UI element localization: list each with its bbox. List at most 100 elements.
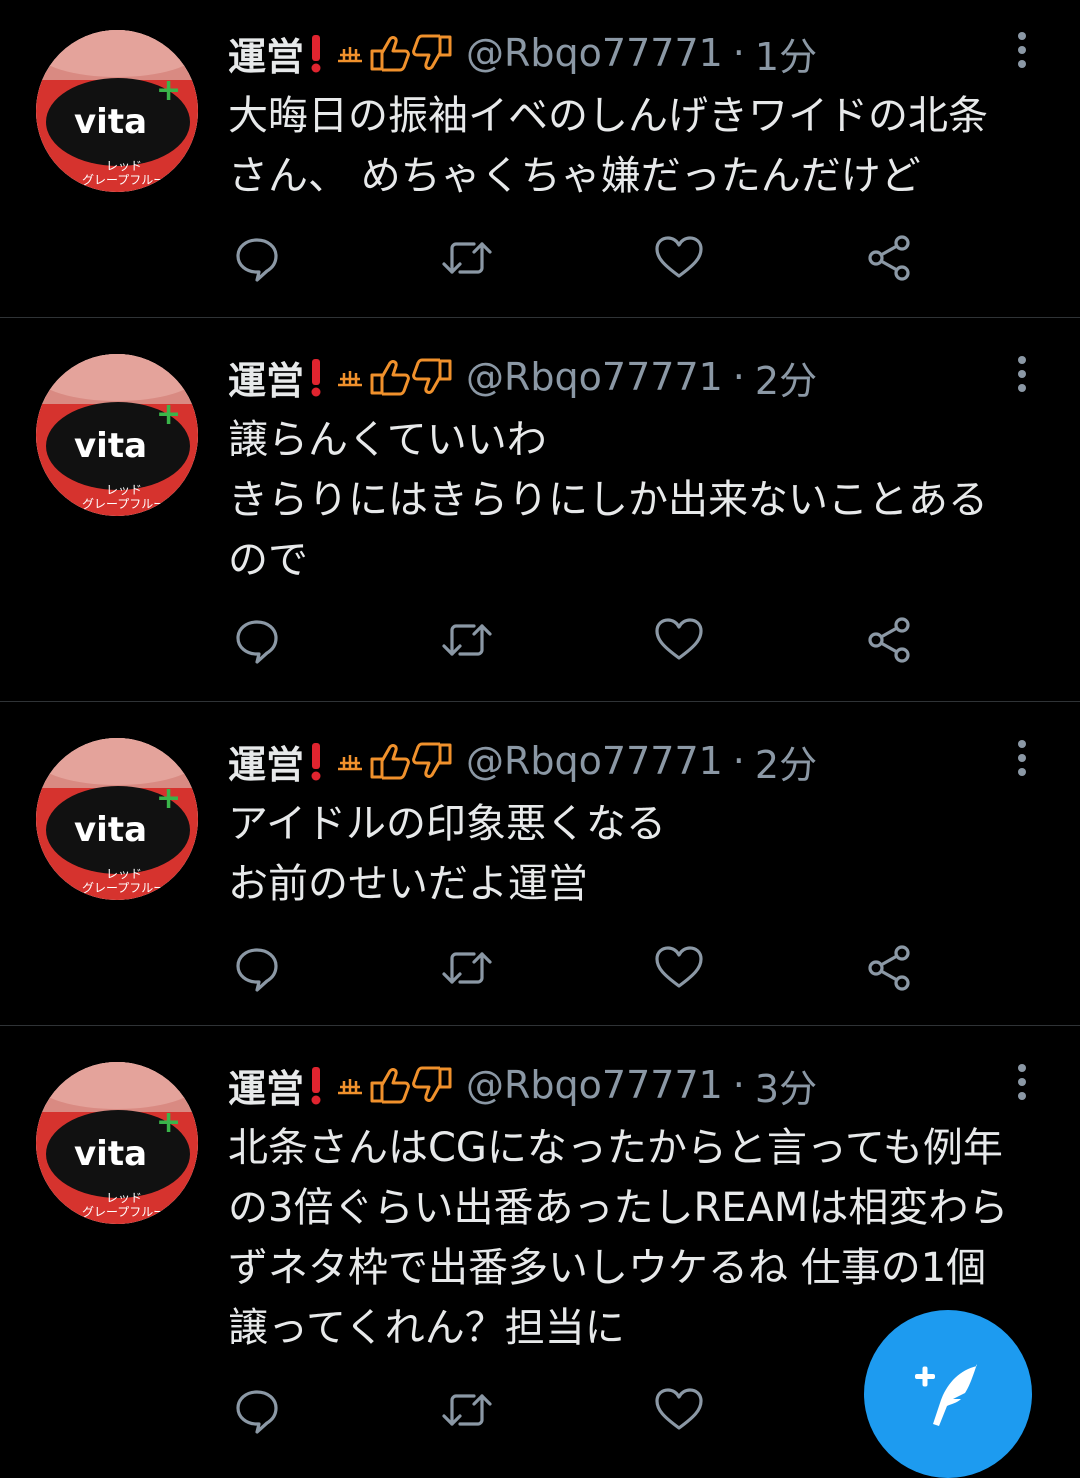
name-emoji-icons bbox=[311, 742, 452, 781]
timestamp[interactable]: 2分 bbox=[755, 734, 817, 789]
timestamp[interactable]: 1分 bbox=[755, 26, 817, 81]
like-button[interactable] bbox=[652, 616, 706, 664]
like-button[interactable] bbox=[652, 234, 706, 282]
tweet-actions bbox=[228, 616, 928, 664]
tweet-text: アイドルの印象悪くなる お前のせいだよ運営 bbox=[228, 794, 1058, 914]
retweet-icon bbox=[442, 624, 492, 656]
tweet-actions bbox=[228, 234, 928, 282]
cityscape-icon bbox=[338, 1079, 363, 1095]
more-vertical-icon[interactable] bbox=[1010, 738, 1034, 778]
avatar-label-2: グレープフルーツ bbox=[82, 881, 177, 895]
name-emoji-group bbox=[306, 355, 456, 399]
user-handle[interactable]: @Rbqo77771 bbox=[466, 355, 723, 399]
svg-text:+: + bbox=[156, 781, 181, 816]
tweet[interactable]: vita + レッド グレープフルーツ 運営 bbox=[0, 318, 1080, 702]
svg-text:+: + bbox=[156, 397, 181, 432]
svg-text:+: + bbox=[156, 1105, 181, 1140]
avatar-label-2: グレープフルーツ bbox=[82, 173, 177, 187]
like-button[interactable] bbox=[652, 1386, 706, 1434]
timeline: vita + レッド グレープフルーツ 運営 @Rbqo77771 · 1分 大… bbox=[0, 0, 1080, 1436]
more-vertical-icon[interactable] bbox=[1010, 30, 1034, 70]
compose-tweet-button[interactable] bbox=[864, 1310, 1032, 1478]
tweet-header: 運営 bbox=[228, 26, 817, 80]
reply-button[interactable] bbox=[230, 234, 284, 282]
thumbs-up-icon bbox=[370, 360, 410, 396]
user-handle[interactable]: @Rbqo77771 bbox=[466, 739, 723, 783]
thumbs-up-icon bbox=[370, 36, 410, 72]
retweet-icon bbox=[442, 952, 492, 984]
tweet-text-line: の3倍ぐらい出番あったしREAMは相変わら bbox=[228, 1185, 1009, 1231]
avatar[interactable]: vita + レッド グレープフルーツ bbox=[36, 1062, 198, 1224]
retweet-button[interactable] bbox=[440, 616, 494, 664]
avatar[interactable]: vita + レッド グレープフルーツ bbox=[36, 738, 198, 900]
exclamation-icon bbox=[312, 1067, 321, 1093]
name-emoji-icons bbox=[311, 34, 452, 73]
tweet[interactable]: vita + レッド グレープフルーツ 運営 bbox=[0, 702, 1080, 1026]
tweet-header: 運営 bbox=[228, 734, 817, 788]
thumbs-down-icon bbox=[412, 1066, 452, 1102]
thumbs-down-icon bbox=[412, 358, 452, 394]
reply-icon bbox=[236, 620, 278, 664]
user-handle[interactable]: @Rbqo77771 bbox=[466, 31, 723, 75]
cityscape-icon bbox=[338, 371, 363, 387]
tweet-text-line: 大晦日の振袖イベのしんげきワイドの北条 bbox=[228, 93, 988, 139]
tweet-text-line: 譲らんくていいわ bbox=[228, 417, 547, 463]
display-name[interactable]: 運営 bbox=[228, 734, 304, 789]
timestamp[interactable]: 3分 bbox=[755, 1058, 817, 1113]
like-button[interactable] bbox=[652, 944, 706, 992]
tweet-header: 運営 bbox=[228, 1058, 817, 1112]
avatar-label-1: レッド bbox=[106, 159, 142, 173]
compose-tweet-icon bbox=[915, 1364, 977, 1426]
more-vertical-icon[interactable] bbox=[1010, 1062, 1034, 1102]
heart-icon bbox=[655, 618, 703, 660]
avatar-label-2: グレープフルーツ bbox=[82, 497, 177, 511]
heart-icon bbox=[655, 946, 703, 988]
share-icon bbox=[868, 617, 910, 663]
cityscape-icon bbox=[338, 47, 363, 63]
tweet-text-line: 北条さんはCGになったからと言っても例年 bbox=[228, 1125, 1003, 1171]
tweet-text-line: ので bbox=[228, 537, 308, 583]
retweet-button[interactable] bbox=[440, 234, 494, 282]
tweet-actions bbox=[228, 1386, 928, 1434]
tweet-text-line: ずネタ枠で出番多いしウケるね 仕事の1個 bbox=[228, 1245, 987, 1291]
display-name[interactable]: 運営 bbox=[228, 1058, 304, 1113]
retweet-button[interactable] bbox=[440, 944, 494, 992]
exclamation-icon bbox=[312, 35, 321, 61]
thumbs-up-icon bbox=[370, 1068, 410, 1104]
exclamation-icon bbox=[312, 359, 321, 385]
reply-button[interactable] bbox=[230, 944, 284, 992]
reply-button[interactable] bbox=[230, 616, 284, 664]
timestamp[interactable]: 2分 bbox=[755, 350, 817, 405]
tweet-actions bbox=[228, 944, 928, 992]
thumbs-down-icon bbox=[412, 742, 452, 778]
share-button[interactable] bbox=[862, 616, 916, 664]
heart-icon bbox=[655, 1388, 703, 1430]
reply-icon bbox=[236, 1390, 278, 1434]
tweet[interactable]: vita + レッド グレープフルーツ 運営 bbox=[0, 0, 1080, 318]
tweet-text-line: お前のせいだよ運営 bbox=[228, 861, 588, 907]
name-emoji-group bbox=[306, 1063, 456, 1107]
retweet-button[interactable] bbox=[440, 1386, 494, 1434]
cityscape-icon bbox=[338, 755, 363, 771]
separator: · bbox=[732, 31, 745, 75]
svg-text:+: + bbox=[156, 73, 181, 108]
name-emoji-group bbox=[306, 739, 456, 783]
tweet-text-line: さん、 めちゃくちゃ嫌だったんだけど bbox=[228, 153, 921, 199]
avatar-brand: vita bbox=[74, 426, 147, 466]
reply-icon bbox=[236, 238, 278, 282]
name-emoji-icons bbox=[311, 358, 452, 397]
avatar-brand: vita bbox=[74, 810, 147, 850]
display-name[interactable]: 運営 bbox=[228, 350, 304, 405]
avatar-brand: vita bbox=[74, 1134, 147, 1174]
share-button[interactable] bbox=[862, 234, 916, 282]
more-vertical-icon[interactable] bbox=[1010, 354, 1034, 394]
display-name[interactable]: 運営 bbox=[228, 26, 304, 81]
reply-button[interactable] bbox=[230, 1386, 284, 1434]
share-button[interactable] bbox=[862, 944, 916, 992]
tweet-text-line: きらりにはきらりにしか出来ないことある bbox=[228, 477, 988, 523]
user-handle[interactable]: @Rbqo77771 bbox=[466, 1063, 723, 1107]
tweet-text: 譲らんくていいわ きらりにはきらりにしか出来ないことある ので bbox=[228, 410, 1058, 590]
avatar-label-1: レッド bbox=[106, 1191, 142, 1205]
avatar[interactable]: vita + レッド グレープフルーツ bbox=[36, 30, 198, 192]
avatar[interactable]: vita + レッド グレープフルーツ bbox=[36, 354, 198, 516]
